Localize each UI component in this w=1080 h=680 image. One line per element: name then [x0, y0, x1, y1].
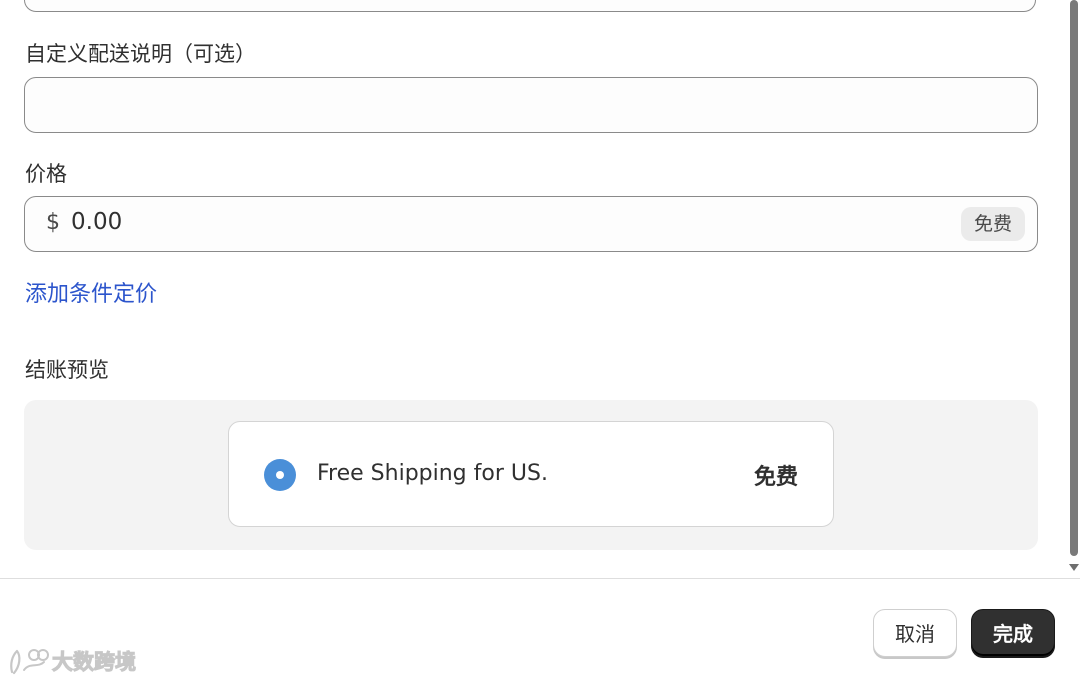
vertical-scrollbar[interactable]	[1066, 0, 1080, 578]
price-input[interactable]: $ 0.00 免费	[24, 196, 1038, 252]
price-value[interactable]: 0.00	[71, 209, 122, 235]
watermark-logo-icon	[10, 649, 49, 675]
shipping-option-card[interactable]: Free Shipping for US. 免费	[228, 421, 834, 527]
rate-name-input[interactable]	[24, 0, 1036, 12]
watermark-text: 大数跨境	[52, 650, 137, 675]
shipping-rate-modal: 自定义配送说明（可选） 价格 $ 0.00 免费 添加条件定价 结账预览 Fre…	[0, 0, 1080, 680]
modal-footer: 取消 完成	[0, 578, 1080, 680]
radio-dot	[276, 471, 284, 479]
radio-selected-icon[interactable]	[264, 459, 296, 491]
currency-symbol: $	[46, 210, 60, 235]
shipping-option-name: Free Shipping for US.	[317, 461, 548, 486]
checkout-preview-label: 结账预览	[25, 358, 109, 382]
scrollbar-thumb[interactable]	[1070, 0, 1078, 556]
add-conditional-pricing-link[interactable]: 添加条件定价	[25, 276, 157, 308]
price-label: 价格	[25, 162, 67, 186]
custom-description-input[interactable]	[24, 77, 1038, 133]
scroll-down-arrow-icon[interactable]	[1069, 564, 1079, 571]
cancel-button[interactable]: 取消	[873, 609, 957, 657]
shipping-option-price: 免费	[753, 465, 798, 490]
checkout-preview-panel: Free Shipping for US. 免费	[24, 400, 1038, 550]
watermark: 大数跨境	[8, 644, 137, 678]
free-badge: 免费	[960, 207, 1025, 241]
done-button[interactable]: 完成	[971, 609, 1055, 657]
modal-scroll-content[interactable]: 自定义配送说明（可选） 价格 $ 0.00 免费 添加条件定价 结账预览 Fre…	[0, 0, 1066, 578]
custom-description-label: 自定义配送说明（可选）	[25, 42, 256, 66]
